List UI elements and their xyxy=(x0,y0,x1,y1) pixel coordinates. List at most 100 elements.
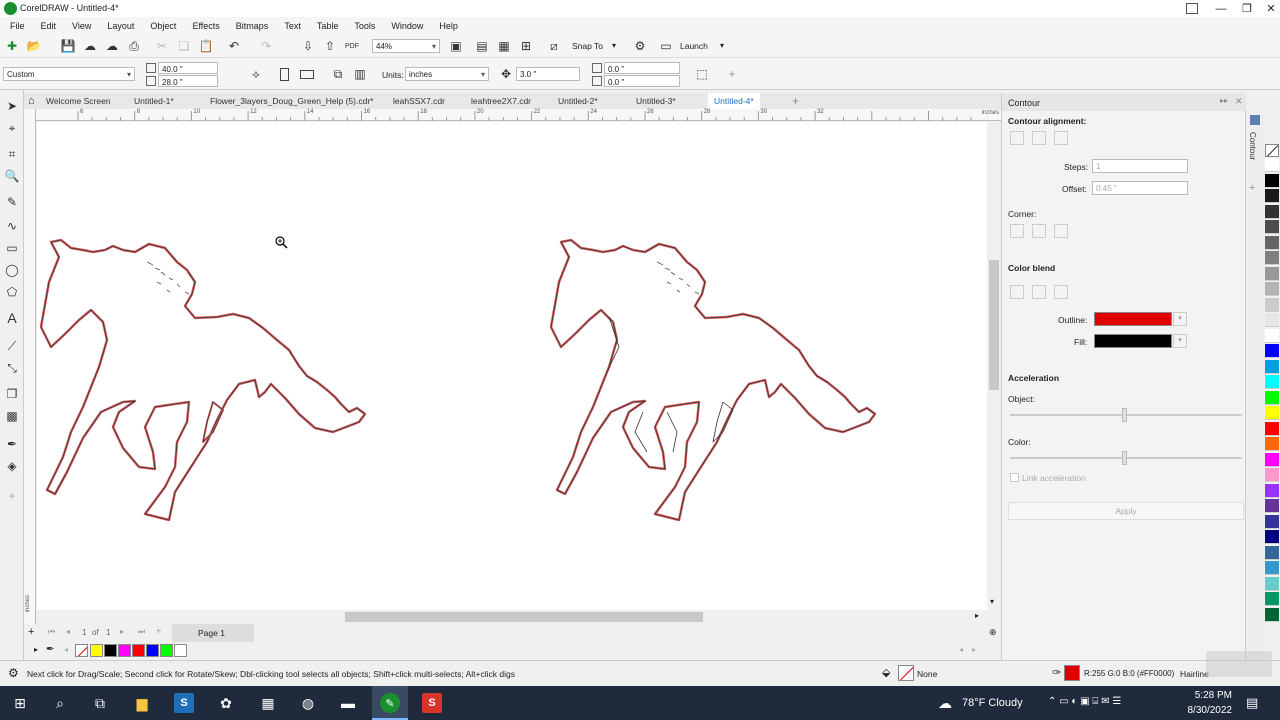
tab-flower-3layers[interactable]: Flower_3layers_Doug_Green_Help (5).cdr* xyxy=(204,93,379,109)
palette-color-swatch[interactable] xyxy=(1265,266,1279,281)
snagit-icon[interactable]: S xyxy=(174,693,194,713)
palette-color-swatch[interactable] xyxy=(1265,204,1279,219)
taskbar-search-icon[interactable]: ⌕ xyxy=(50,693,70,713)
palette-color-swatch[interactable] xyxy=(1265,421,1279,436)
cut-icon[interactable]: ✂ xyxy=(154,38,170,54)
weather-cloud-icon[interactable]: ☁ xyxy=(938,695,952,712)
paste-icon[interactable]: 📋 xyxy=(198,38,214,54)
menu-effects[interactable]: Effects xyxy=(192,21,219,31)
contour-side-tab[interactable]: Contour xyxy=(1248,132,1257,160)
save-icon[interactable]: 💾 xyxy=(60,38,76,54)
document-palette-swatch[interactable] xyxy=(118,644,131,657)
palette-color-swatch[interactable] xyxy=(1265,158,1279,172)
fill-color-picker[interactable] xyxy=(1094,334,1172,348)
horse-artwork[interactable] xyxy=(37,122,987,612)
page-width-field[interactable]: 40.0 " xyxy=(158,62,218,74)
ellipse-tool-icon[interactable]: ◯ xyxy=(4,262,20,278)
add-page-end-icon[interactable]: + xyxy=(156,626,161,636)
palette-color-swatch[interactable] xyxy=(1265,607,1279,622)
interactive-fill-tool-icon[interactable]: ◈ xyxy=(4,458,20,474)
grid-icon[interactable]: ▦ xyxy=(496,38,512,54)
palette-scroll-prev-icon[interactable]: ◂ xyxy=(959,645,963,654)
zoom-level-field[interactable]: 44% xyxy=(372,39,440,53)
weather-text[interactable]: 78°F Cloudy xyxy=(962,697,1023,709)
eyedropper-tool-icon[interactable]: ✒ xyxy=(4,436,20,452)
snagit-editor-icon[interactable]: S xyxy=(422,693,442,713)
guidelines-icon[interactable]: ⊞ xyxy=(518,38,534,54)
tab-welcome-screen[interactable]: Welcome Screen xyxy=(40,93,117,109)
palette-color-swatch[interactable] xyxy=(1265,297,1279,312)
document-palette-swatch[interactable] xyxy=(132,644,145,657)
palette-color-swatch[interactable] xyxy=(1265,359,1279,374)
cloud-upload-icon[interactable]: ☁ xyxy=(82,38,98,54)
treat-as-filled-icon[interactable]: ⬚ xyxy=(694,66,710,82)
tab-untitled-4[interactable]: Untitled-4* xyxy=(708,93,760,109)
blend-linear-icon[interactable] xyxy=(1010,285,1024,299)
next-page-icon[interactable]: ▸ xyxy=(120,627,124,636)
object-acceleration-thumb[interactable] xyxy=(1122,408,1127,422)
link-acceleration-checkbox[interactable] xyxy=(1010,473,1019,482)
outline-color-dropdown-icon[interactable]: ▾ xyxy=(1173,312,1187,326)
launch-chevron-icon[interactable]: ▾ xyxy=(720,41,724,50)
options-gear-icon[interactable]: ⚙ xyxy=(632,38,648,54)
palette-eyedropper-icon[interactable]: ✒ xyxy=(46,644,54,655)
contour-outside-icon[interactable] xyxy=(1054,131,1068,145)
document-palette-swatch[interactable] xyxy=(146,644,159,657)
windows-start-icon[interactable]: ⊞ xyxy=(10,693,30,713)
new-document-icon[interactable]: ✚ xyxy=(4,38,20,54)
add-page-icon[interactable]: + xyxy=(28,626,34,638)
blend-counterclockwise-icon[interactable] xyxy=(1054,285,1068,299)
menu-view[interactable]: View xyxy=(72,21,91,31)
new-tab-icon[interactable]: + xyxy=(792,94,799,108)
parallel-dimension-tool-icon[interactable]: ⟋ xyxy=(4,338,20,354)
steps-field[interactable]: 1 xyxy=(1092,159,1188,173)
document-palette-swatch[interactable] xyxy=(160,644,173,657)
palette-color-swatch[interactable] xyxy=(1265,514,1279,529)
palette-color-swatch[interactable] xyxy=(1265,375,1279,389)
portrait-icon[interactable] xyxy=(280,68,289,81)
tab-untitled-2[interactable]: Untitled-2* xyxy=(552,93,604,109)
undo-icon[interactable]: ↶ xyxy=(226,38,242,54)
apply-button[interactable]: Apply xyxy=(1008,502,1244,520)
palette-color-swatch[interactable] xyxy=(1265,576,1279,591)
taskbar-app2-icon[interactable]: ▦ xyxy=(258,693,278,713)
all-pages-icon[interactable]: ⟡ xyxy=(248,66,264,82)
overlay-pause-control[interactable] xyxy=(1206,651,1272,677)
zoom-navigator-icon[interactable]: ⊕ xyxy=(989,627,997,638)
taskbar-app3-icon[interactable]: ◍ xyxy=(298,693,318,713)
palette-color-swatch[interactable] xyxy=(1265,390,1279,405)
shape-tool-icon[interactable]: ⌖ xyxy=(4,120,20,136)
cloud-download-icon[interactable]: ☁ xyxy=(104,38,120,54)
vertical-ruler[interactable]: inches xyxy=(24,109,36,624)
fill-color-dropdown-icon[interactable]: ▾ xyxy=(1173,334,1187,348)
document-palette-swatch[interactable] xyxy=(90,644,103,657)
menu-layout[interactable]: Layout xyxy=(107,21,134,31)
menu-help[interactable]: Help xyxy=(439,21,458,31)
zoom-tool-icon[interactable]: 🔍 xyxy=(4,168,20,184)
add-tool-icon[interactable]: + xyxy=(4,488,20,504)
corner-round-icon[interactable] xyxy=(1032,224,1046,238)
add-icon[interactable]: + xyxy=(724,66,740,82)
menu-table[interactable]: Table xyxy=(317,21,339,31)
help-window-icon[interactable] xyxy=(1186,3,1198,14)
drop-shadow-tool-icon[interactable]: ❐ xyxy=(4,386,20,402)
palette-color-swatch[interactable] xyxy=(1265,499,1279,513)
docker-close-icon[interactable]: ✕ xyxy=(1235,96,1243,107)
open-icon[interactable]: 📂 xyxy=(26,38,42,54)
palette-color-swatch[interactable] xyxy=(1265,235,1279,250)
minimize-button[interactable]: — xyxy=(1208,0,1234,17)
palette-color-swatch[interactable] xyxy=(1265,220,1279,234)
palette-color-swatch[interactable] xyxy=(1265,251,1279,265)
page-layout-icon[interactable]: ⧉ xyxy=(330,66,346,82)
print-icon[interactable]: ⎙ xyxy=(126,38,142,54)
palette-color-swatch[interactable] xyxy=(1265,282,1279,296)
document-palette-swatch[interactable] xyxy=(174,644,187,657)
launch-icon[interactable]: ▭ xyxy=(658,38,674,54)
menu-object[interactable]: Object xyxy=(150,21,176,31)
tab-untitled-1[interactable]: Untitled-1* xyxy=(128,93,180,109)
horizontal-ruler[interactable]: 6 8 10 12 14 16 18 20 22 24 26 28 30 32 inches xyxy=(36,109,1001,121)
outline-color-picker[interactable] xyxy=(1094,312,1172,326)
palette-color-swatch[interactable] xyxy=(1265,468,1279,482)
taskbar-app4-icon[interactable]: ▬ xyxy=(338,693,358,713)
palette-color-swatch[interactable] xyxy=(1265,344,1279,358)
